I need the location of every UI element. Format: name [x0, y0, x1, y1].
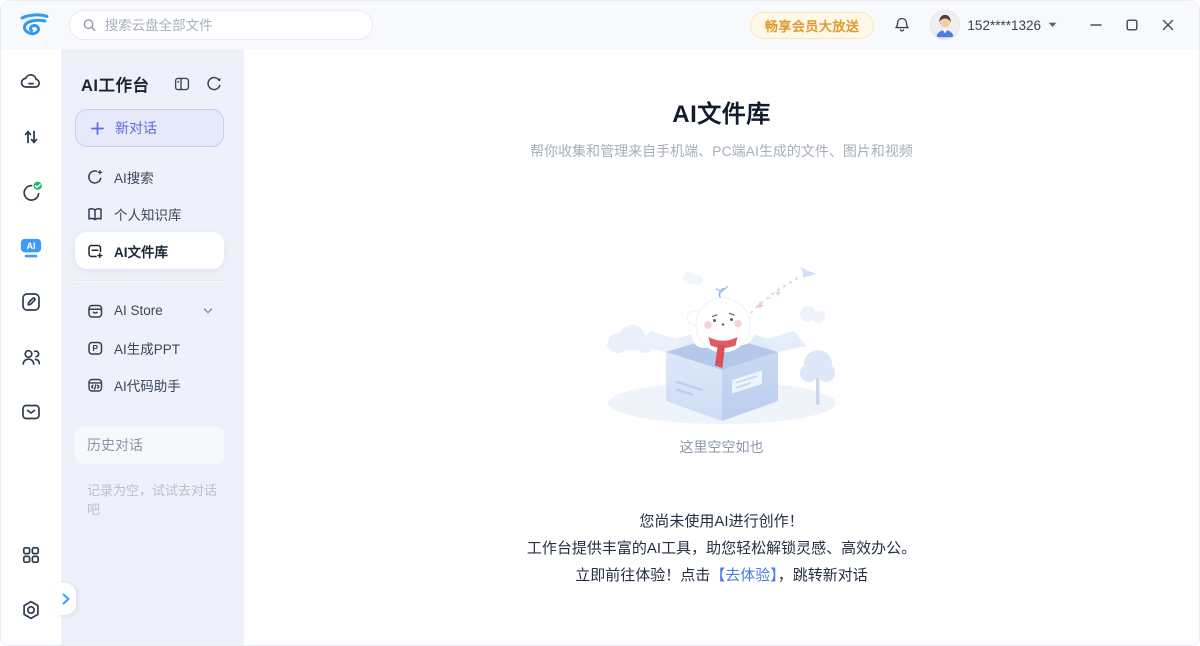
cta-line-3-prefix: 立即前往体验！点击 — [575, 567, 710, 584]
new-chat-label: 新对话 — [115, 118, 157, 138]
rail-item-notes[interactable] — [18, 289, 44, 315]
sidebar-item-ai-files[interactable]: AI文件库 — [75, 232, 224, 269]
open-book-icon — [86, 205, 104, 223]
user-menu[interactable]: 152****1326 — [930, 10, 1057, 40]
sidebar-item-ai-store[interactable]: AI Store — [75, 292, 224, 329]
history-section-header: 历史对话 — [75, 426, 224, 464]
rail-item-cloud-drive[interactable] — [18, 69, 44, 95]
panel-icon — [173, 75, 191, 93]
rail-item-transfer-list[interactable] — [18, 124, 44, 150]
rail-top-group: AI — [18, 69, 44, 425]
sidebar-item-label: AI代码助手 — [114, 375, 181, 395]
search-box[interactable] — [69, 10, 373, 40]
new-chat-button[interactable]: 新对话 — [75, 109, 224, 147]
history-label: 历史对话 — [87, 435, 143, 455]
body: AI — [1, 49, 1199, 646]
cta-line-2: 工作台提供丰富的AI工具，助您轻松解锁灵感、高效办公。 — [244, 535, 1199, 562]
avatar — [930, 10, 960, 40]
search-icon — [82, 17, 97, 33]
cloud-brand-icon — [17, 10, 53, 40]
sync-icon — [18, 179, 44, 206]
empty-state-caption: 这里空空如也 — [244, 437, 1199, 457]
cloud-icon — [19, 70, 43, 94]
cta-line-1: 您尚未使用AI进行创作！ — [244, 508, 1199, 535]
topbar: 畅享会员大放送 — [1, 1, 1199, 49]
transfer-arrows-icon — [19, 125, 43, 149]
apps-grid-icon — [19, 543, 43, 567]
rail-item-ai-workspace[interactable]: AI — [18, 234, 44, 260]
rail-item-sync-success[interactable] — [18, 179, 44, 205]
people-icon — [19, 345, 43, 369]
avatar-illustration — [931, 11, 959, 39]
bell-icon — [892, 15, 912, 35]
empty-state-illustration — [244, 261, 1199, 431]
settings-icon — [19, 598, 43, 622]
rail-item-shared-groups[interactable] — [18, 344, 44, 370]
page-subtitle: 帮你收集和管理来自手机端、PC端AI生成的文件、图片和视频 — [244, 141, 1199, 161]
username: 152****1326 — [967, 18, 1041, 33]
edit-note-icon — [19, 290, 43, 314]
maximize-button[interactable] — [1117, 10, 1147, 40]
svg-text:P: P — [92, 343, 98, 353]
code-icon — [86, 376, 104, 394]
sidebar-item-label: AI Store — [114, 303, 163, 318]
refresh-button[interactable] — [204, 74, 224, 94]
sidebar-item-label: AI生成PPT — [114, 338, 180, 358]
chevron-down-icon — [202, 305, 214, 317]
sidebar-item-ai-code[interactable]: AI代码助手 — [75, 366, 224, 403]
ai-badge-icon: AI — [18, 234, 44, 261]
divider — [77, 280, 222, 281]
search-input[interactable] — [105, 18, 360, 33]
minimize-icon — [1089, 18, 1103, 32]
sidebar-item-label: AI文件库 — [114, 241, 168, 261]
ai-files-icon — [86, 242, 104, 260]
app-window: 畅享会员大放送 — [0, 0, 1200, 646]
go-experience-link[interactable]: 【去体验】 — [710, 567, 778, 584]
cta-text: 您尚未使用AI进行创作！ 工作台提供丰富的AI工具，助您轻松解锁灵感、高效办公。… — [244, 508, 1199, 589]
cta-line-3: 立即前往体验！点击【去体验】，跳转新对话 — [244, 562, 1199, 589]
ppt-icon: P — [86, 339, 104, 357]
promo-badge[interactable]: 畅享会员大放送 — [750, 12, 875, 39]
empty-box-illustration — [592, 261, 852, 431]
sidebar-expand-tab[interactable] — [56, 583, 76, 615]
minimize-button[interactable] — [1081, 10, 1111, 40]
rail-item-messages[interactable] — [18, 399, 44, 425]
close-button[interactable] — [1153, 10, 1183, 40]
rail-item-apps-grid[interactable] — [18, 542, 44, 568]
close-icon — [1161, 18, 1175, 32]
sidebar-item-label: AI搜索 — [114, 167, 154, 187]
rail-item-settings[interactable] — [18, 597, 44, 623]
topbar-right: 畅享会员大放送 — [750, 10, 1183, 40]
main-content: AI文件库 帮你收集和管理来自手机端、PC端AI生成的文件、图片和视频 — [244, 49, 1199, 646]
sidebar-header: AI工作台 — [75, 73, 224, 95]
icon-rail: AI — [1, 49, 61, 646]
paper-plane — [800, 267, 816, 278]
mail-icon — [19, 400, 43, 424]
maximize-icon — [1125, 18, 1139, 32]
history-empty-hint: 记录为空，试试去对话吧 — [75, 480, 224, 518]
chevron-down-icon — [1048, 22, 1057, 28]
sidebar-item-ai-search[interactable]: AI搜索 — [75, 158, 224, 195]
sidebar-item-knowledge-base[interactable]: 个人知识库 — [75, 195, 224, 232]
collapse-panel-button[interactable] — [172, 74, 192, 94]
window-controls — [1081, 10, 1183, 40]
app-logo — [15, 8, 55, 42]
refresh-icon — [205, 75, 223, 93]
sidebar-item-label: 个人知识库 — [114, 204, 182, 224]
sidebar-item-ai-ppt[interactable]: P AI生成PPT — [75, 329, 224, 366]
svg-text:AI: AI — [26, 240, 35, 250]
page-title: AI文件库 — [244, 49, 1199, 129]
plus-icon — [90, 121, 105, 136]
sidebar: AI工作台 — [61, 49, 244, 646]
notifications-button[interactable] — [888, 11, 916, 39]
store-icon — [86, 302, 104, 320]
ai-search-icon — [86, 168, 104, 186]
sidebar-title: AI工作台 — [81, 72, 150, 96]
rail-bottom-group — [18, 542, 44, 623]
chevron-right-icon — [62, 593, 70, 605]
cta-line-3-suffix: ，跳转新对话 — [778, 567, 868, 584]
